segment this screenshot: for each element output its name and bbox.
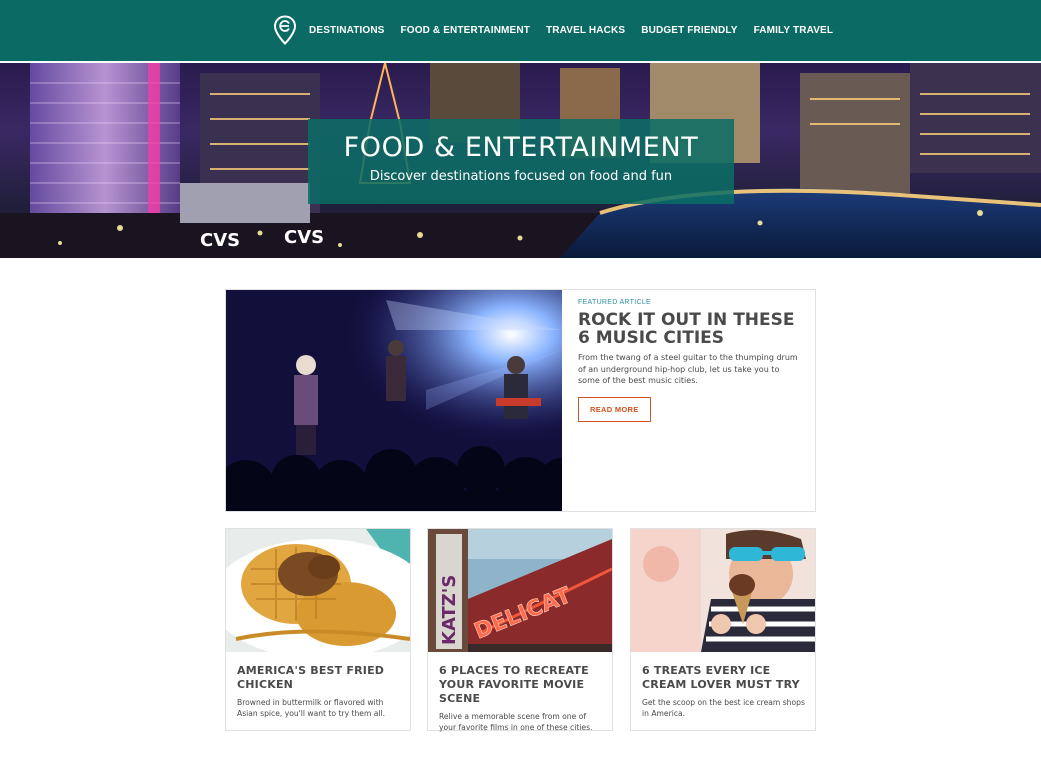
card-description: Browned in buttermilk or flavored with A… [237, 698, 386, 718]
cvs-sign-left: CVS [200, 230, 240, 251]
location-pin-icon[interactable] [273, 15, 297, 45]
cvs-sign-right: CVS [284, 227, 324, 248]
nav-link-budget-friendly[interactable]: BUDGET FRIENDLY [641, 25, 737, 36]
article-card-movie-scene[interactable]: KATZ'S DELICAT 6 PLACES TO RECREATE YOUR… [427, 528, 613, 733]
top-navigation-bar: DESTINATIONS FOOD & ENTERTAINMENT TRAVEL… [0, 0, 1041, 61]
featured-kicker: FEATURED ARTICLE [578, 299, 651, 306]
article-card-fried-chicken[interactable]: AMERICA'S BEST FRIED CHICKEN Browned in … [225, 528, 411, 731]
hero-title-box: FOOD & ENTERTAINMENT Discover destinatio… [308, 119, 734, 204]
chicken-waffles-photo[interactable] [226, 529, 410, 652]
card-title[interactable]: AMERICA'S BEST FRIED CHICKEN [237, 664, 402, 692]
hero-subtitle: Discover destinations focused on food an… [369, 169, 673, 184]
card-title[interactable]: 6 TREATS EVERY ICE CREAM LOVER MUST TRY [642, 664, 807, 692]
card-body: 6 TREATS EVERY ICE CREAM LOVER MUST TRY … [642, 664, 807, 719]
featured-article-card[interactable]: FEATURED ARTICLE ROCK IT OUT IN THESE 6 … [225, 289, 816, 512]
card-description: Get the scoop on the best ice cream shop… [642, 698, 805, 718]
featured-description: From the twang of a steel guitar to the … [578, 353, 798, 385]
card-title[interactable]: 6 PLACES TO RECREATE YOUR FAVORITE MOVIE… [439, 664, 604, 706]
katzs-deli-sign-photo[interactable]: KATZ'S DELICAT [428, 529, 612, 652]
hero-title: FOOD & ENTERTAINMENT [343, 132, 699, 163]
nav-link-food-entertainment[interactable]: FOOD & ENTERTAINMENT [401, 25, 530, 36]
card-description: Relive a memorable scene from one of you… [439, 712, 593, 732]
featured-article-body: FEATURED ARTICLE ROCK IT OUT IN THESE 6 … [578, 299, 803, 422]
nav-links: DESTINATIONS FOOD & ENTERTAINMENT TRAVEL… [309, 25, 833, 36]
card-body: 6 PLACES TO RECREATE YOUR FAVORITE MOVIE… [439, 664, 604, 733]
card-body: AMERICA'S BEST FRIED CHICKEN Browned in … [237, 664, 402, 719]
nav-inner: DESTINATIONS FOOD & ENTERTAINMENT TRAVEL… [273, 12, 833, 48]
featured-title[interactable]: ROCK IT OUT IN THESE 6 MUSIC CITIES [578, 311, 803, 347]
article-card-ice-cream[interactable]: 6 TREATS EVERY ICE CREAM LOVER MUST TRY … [630, 528, 816, 731]
hero-banner: CVS CVS FOOD & ENTERTAINMENT Discover de… [0, 63, 1041, 258]
nav-link-travel-hacks[interactable]: TRAVEL HACKS [546, 25, 625, 36]
nav-link-destinations[interactable]: DESTINATIONS [309, 25, 385, 36]
concert-photo[interactable] [226, 290, 562, 511]
read-more-button[interactable]: READ MORE [578, 396, 651, 422]
katzs-vertical-sign: KATZ'S [439, 575, 460, 645]
nav-link-family-travel[interactable]: FAMILY TRAVEL [754, 25, 834, 36]
child-ice-cream-photo[interactable] [631, 529, 815, 652]
